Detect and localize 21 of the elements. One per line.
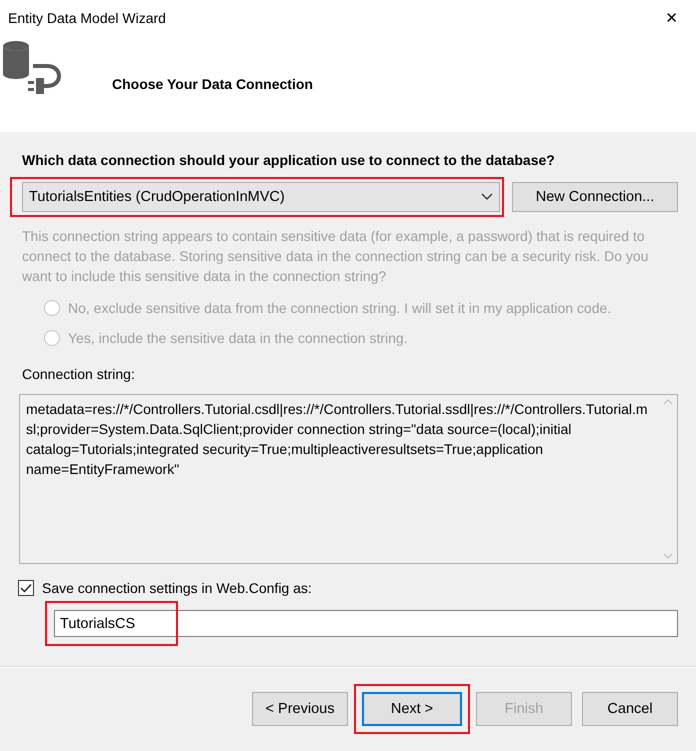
radio-label: No, exclude sensitive data from the connection string. I will set it in my application code.: [68, 300, 612, 316]
connection-dropdown[interactable]: TutorialsEntities (CrudOperationInMVC): [22, 182, 500, 212]
scroll-up-icon[interactable]: [663, 399, 673, 405]
new-connection-button[interactable]: New Connection...: [512, 182, 678, 212]
page-heading: Choose Your Data Connection: [112, 76, 313, 92]
chevron-down-icon: [481, 193, 493, 201]
dialog-button[interactable]: Next >: [362, 692, 462, 726]
input-field[interactable]: TutorialsCS: [54, 610, 678, 637]
close-button[interactable]: ✕: [659, 5, 684, 31]
window-title: Entity Data Model Wizard: [8, 10, 166, 26]
dialog-button[interactable]: < Previous: [252, 692, 348, 726]
connection-string-text: metadata=res://*/Controllers.Tutorial.csdl|res://*/Controllers.Tutorial.ssdl|res://*/Controllers.Tutorial.msl;provider=System.Data.SqlClient;provider connection string="data source=(local);initial catalog=Tutorials;integrated security=True;multipleactiveresultsets=True;application name=EntityFramework": [25, 400, 649, 479]
warning-text: This connection string appears to contain sensitive data (for example, a password) that is required to connect to the database. Storing sensitive data in the connection string can be a security risk. Do you want to include this sensitive data in the connection string?: [22, 227, 650, 286]
checkbox-label: Save connection settings in Web.Config as:: [42, 580, 312, 596]
database-plug-icon: [2, 40, 64, 96]
question-label: Which data connection should your application use to connect to the database?: [22, 152, 556, 168]
checkbox[interactable]: [18, 580, 34, 596]
scroll-down-icon[interactable]: [663, 553, 673, 559]
radio-label: Yes, include the sensitive data in the connection string.: [68, 330, 408, 346]
connection-string-label: Connection string:: [22, 366, 136, 382]
dialog-button[interactable]: Cancel: [582, 692, 678, 726]
